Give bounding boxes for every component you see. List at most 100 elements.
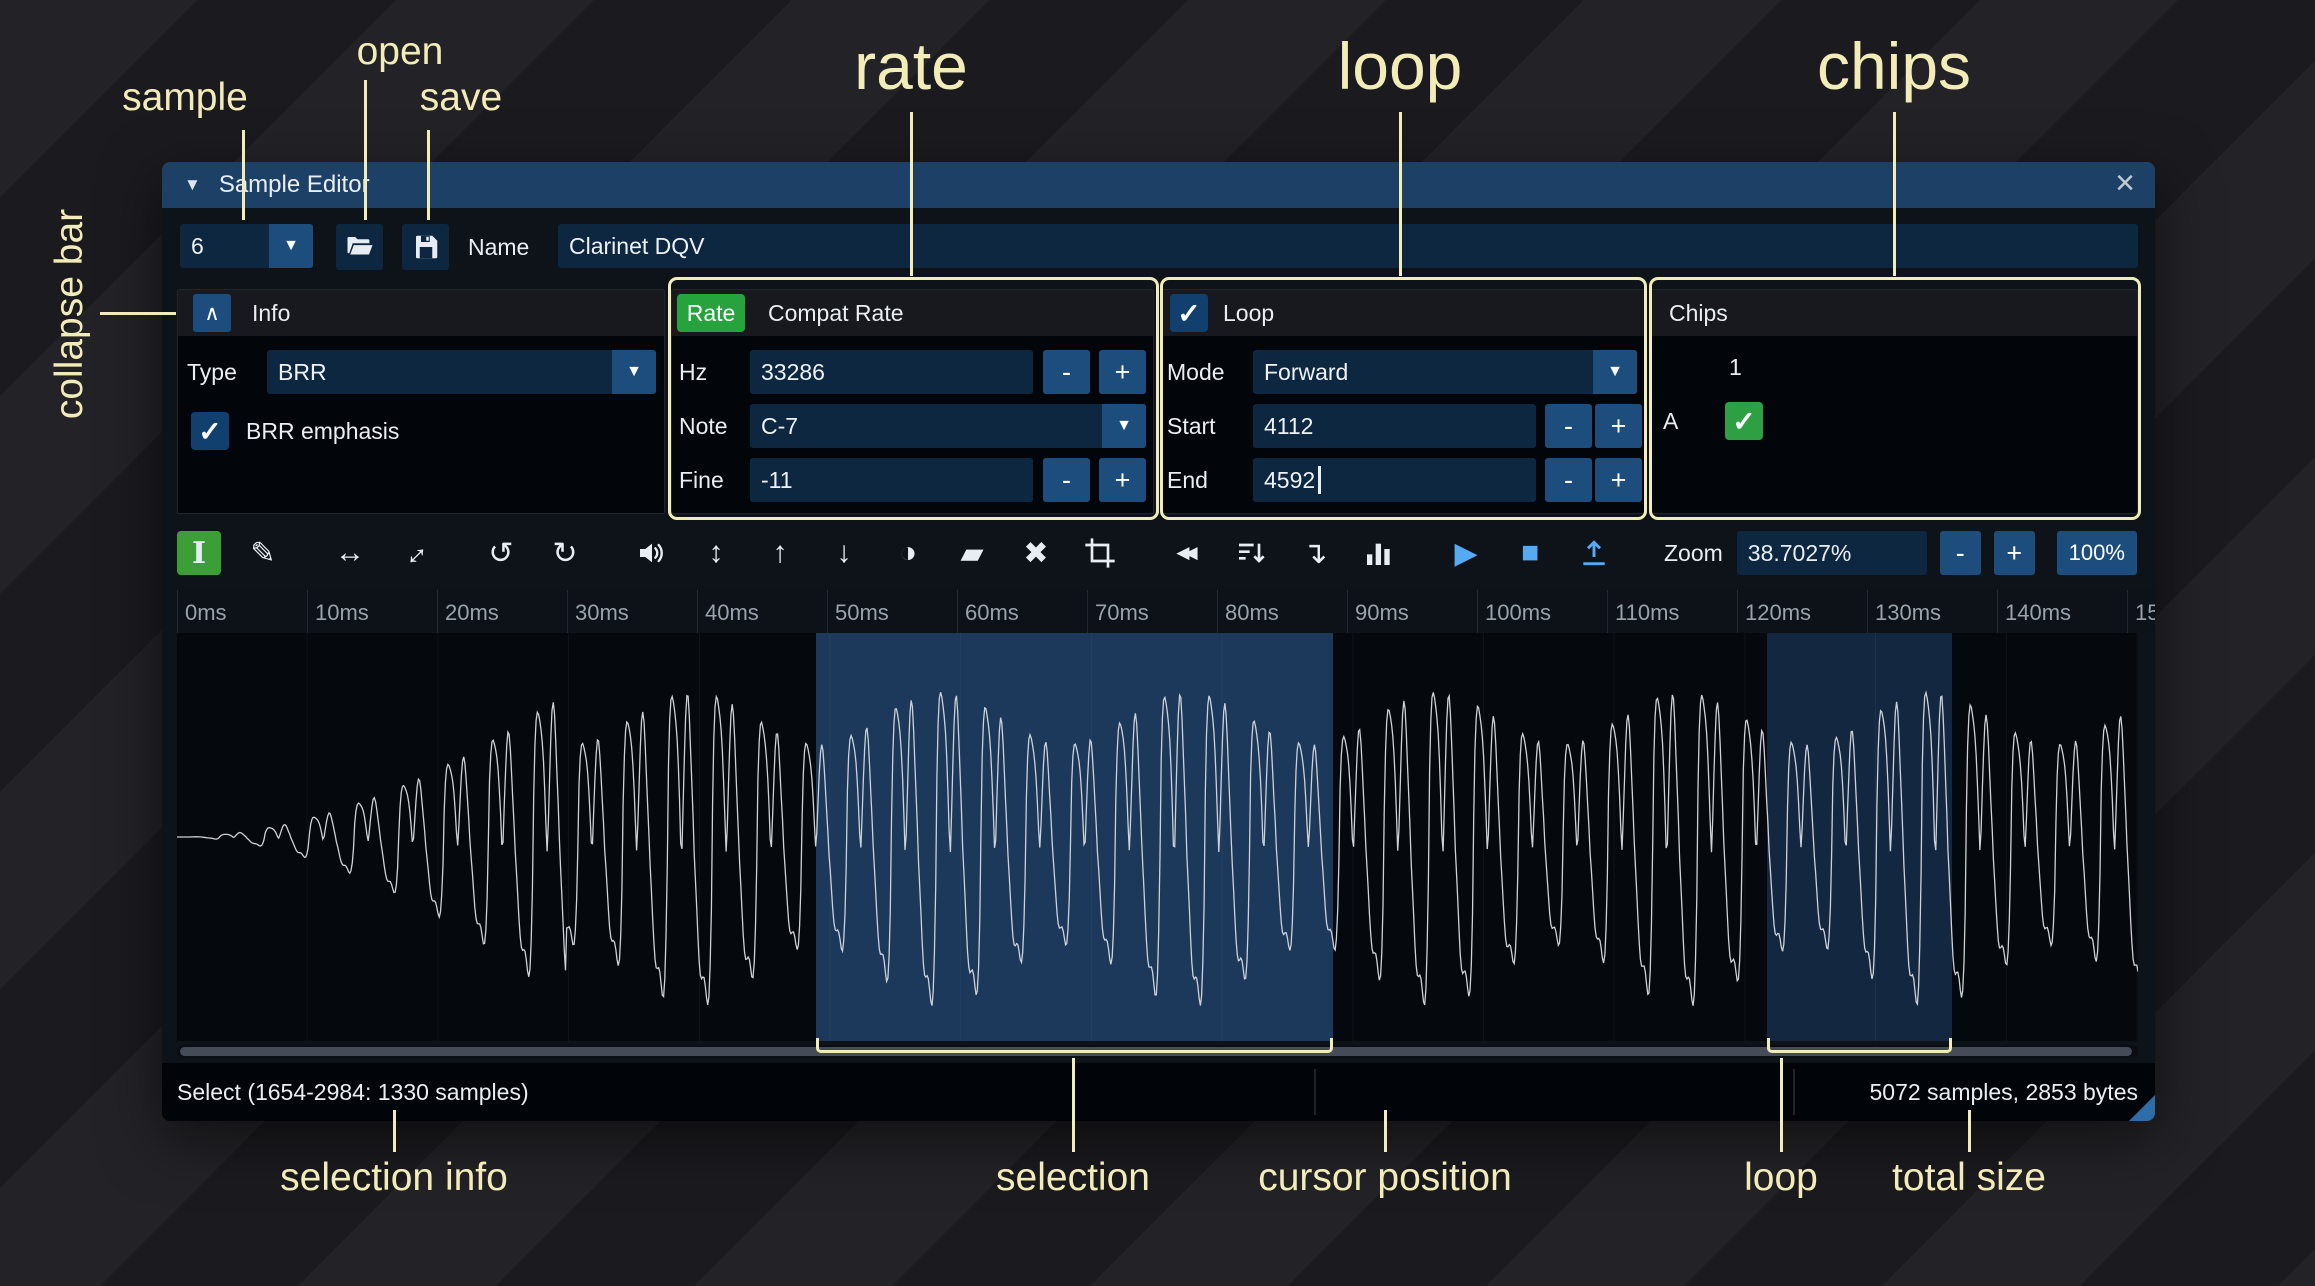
collapse-button[interactable]: ∧ xyxy=(193,294,231,332)
edit-mode-button[interactable]: I xyxy=(177,531,221,575)
time-label-110ms: 110ms xyxy=(1607,590,1679,633)
loop-start-input[interactable]: 4112 xyxy=(1253,404,1536,448)
zoom-out-button[interactable]: - xyxy=(1939,531,1981,575)
downsample-button[interactable] xyxy=(1229,531,1273,575)
loop-checkbox[interactable]: ✓ xyxy=(1170,294,1208,332)
hz-decrement-button[interactable]: - xyxy=(1043,350,1090,394)
stop-button[interactable]: ■ xyxy=(1508,531,1552,575)
note-label: Note xyxy=(679,413,728,439)
loop-start-decrement-button[interactable]: - xyxy=(1545,404,1592,448)
status-divider xyxy=(1793,1069,1795,1115)
close-icon[interactable]: × xyxy=(2115,162,2135,208)
type-selector[interactable]: BRR ▼ xyxy=(267,350,656,394)
fade-in-button[interactable]: ↑ xyxy=(758,531,802,575)
normalize-button[interactable]: ↕ xyxy=(694,531,738,575)
zoom-value: 38.7027% xyxy=(1747,539,1852,566)
total-size-text: 5072 samples, 2853 bytes xyxy=(1869,1078,2138,1105)
redo-button[interactable]: ↻ xyxy=(543,531,587,575)
stretch-button[interactable]: ↔ xyxy=(391,530,436,575)
chevron-up-icon: ∧ xyxy=(204,301,220,325)
hz-increment-button[interactable]: + xyxy=(1099,350,1146,394)
play-button[interactable]: ▶ xyxy=(1444,531,1488,575)
time-label-40ms: 40ms xyxy=(697,590,759,633)
sort-descending-icon xyxy=(1239,543,1265,563)
arrow-up-icon: ↑ xyxy=(772,536,788,569)
annotation-chips: chips xyxy=(1816,29,1972,103)
fade-out-button[interactable]: ↓ xyxy=(822,531,866,575)
zoom-in-button[interactable]: + xyxy=(1993,531,2035,575)
annotation-sample: sample xyxy=(122,76,248,119)
time-label-10ms: 10ms xyxy=(307,590,369,633)
zoom-label: Zoom xyxy=(1664,539,1723,566)
resize-grip[interactable] xyxy=(2129,1095,2155,1121)
hz-input[interactable]: 33286 xyxy=(750,350,1033,394)
amplify-button[interactable] xyxy=(630,531,674,575)
crop-icon xyxy=(1085,538,1115,568)
eraser-icon: ▰ xyxy=(960,536,984,570)
chips-header-label: Chips xyxy=(1669,300,1728,326)
reverse-button[interactable]: ◀◀ xyxy=(1165,531,1209,575)
info-header xyxy=(178,290,664,336)
import-button[interactable] xyxy=(1572,531,1616,575)
hz-value: 33286 xyxy=(761,358,825,385)
name-input-value: Clarinet DQV xyxy=(569,232,705,259)
loop-end-increment-button[interactable]: + xyxy=(1595,458,1642,502)
fine-increment-button[interactable]: + xyxy=(1099,458,1146,502)
chevron-down-icon[interactable]: ▼ xyxy=(1102,404,1146,448)
save-button[interactable] xyxy=(402,224,449,270)
delete-button[interactable]: ✖ xyxy=(1014,531,1058,575)
loop-end-decrement-button[interactable]: - xyxy=(1545,458,1592,502)
waveform-view[interactable] xyxy=(177,633,2138,1041)
zoom-input[interactable]: 38.7027% xyxy=(1736,531,1927,575)
annotation-line-selection-info xyxy=(393,1110,396,1152)
loop-bracket xyxy=(1767,1038,1952,1053)
note-selector-value: C-7 xyxy=(761,412,799,439)
speaker-icon xyxy=(640,543,663,563)
annotation-save: save xyxy=(419,76,503,119)
window-collapse-icon[interactable]: ▼ xyxy=(184,175,201,195)
ibeam-cursor-icon: I xyxy=(191,535,207,571)
chevron-down-icon[interactable]: ▼ xyxy=(269,224,313,268)
rate-button[interactable]: Rate xyxy=(677,294,745,332)
loop-end-input[interactable]: 4592 xyxy=(1253,458,1536,502)
sample-selector-value: 6 xyxy=(191,232,204,259)
sample-selector[interactable]: 6 ▼ xyxy=(180,224,313,268)
draw-mode-button[interactable]: ✎ xyxy=(241,531,285,575)
fine-decrement-button[interactable]: - xyxy=(1043,458,1090,502)
delete-cross-icon: ✖ xyxy=(1023,536,1049,570)
brr-emphasis-checkbox[interactable]: ✓ xyxy=(191,412,229,450)
trim-button[interactable] xyxy=(1078,531,1122,575)
filter-button[interactable]: ↴ xyxy=(1293,531,1337,575)
annotation-line-rate xyxy=(910,112,913,276)
floppy-icon xyxy=(415,235,437,259)
silence-button[interactable]: ▰ xyxy=(950,531,994,575)
chevron-down-icon[interactable]: ▼ xyxy=(1593,350,1637,394)
zoom-reset-button[interactable]: 100% xyxy=(2056,531,2137,575)
open-button[interactable] xyxy=(336,224,383,270)
upload-icon xyxy=(1583,540,1605,566)
loop-mode-selector[interactable]: Forward ▼ xyxy=(1253,350,1637,394)
fine-input[interactable]: -11 xyxy=(750,458,1033,502)
stop-icon: ■ xyxy=(1520,536,1540,569)
invert-button[interactable]: ◑ xyxy=(886,531,930,575)
pencil-icon: ✎ xyxy=(250,536,276,570)
titlebar[interactable]: ▼ Sample Editor × xyxy=(162,162,2155,208)
check-icon: ✓ xyxy=(198,415,222,447)
loop-start-increment-button[interactable]: + xyxy=(1595,404,1642,448)
arrow-down-icon: ↓ xyxy=(836,536,852,569)
time-label-130ms: 130ms xyxy=(1867,590,1941,633)
name-input[interactable]: Clarinet DQV xyxy=(558,224,2138,268)
loop-end-value: 4592 xyxy=(1264,466,1316,493)
info-header-label: Info xyxy=(252,300,291,326)
chips-section: Chips 1 A ✓ xyxy=(1650,289,2138,514)
arrows-vertical-icon: ↕ xyxy=(708,536,724,569)
spectrum-button[interactable] xyxy=(1357,531,1401,575)
check-icon: ✓ xyxy=(1732,405,1756,437)
resize-button[interactable]: ↔ xyxy=(328,531,372,575)
note-selector[interactable]: C-7 ▼ xyxy=(750,404,1146,448)
chevron-down-icon[interactable]: ▼ xyxy=(612,350,656,394)
undo-button[interactable]: ↺ xyxy=(479,531,523,575)
arrows-horizontal-icon: ↔ xyxy=(335,536,365,569)
annotation-total-size: total size xyxy=(1892,1156,2046,1199)
chip-enable-checkbox[interactable]: ✓ xyxy=(1725,402,1763,440)
